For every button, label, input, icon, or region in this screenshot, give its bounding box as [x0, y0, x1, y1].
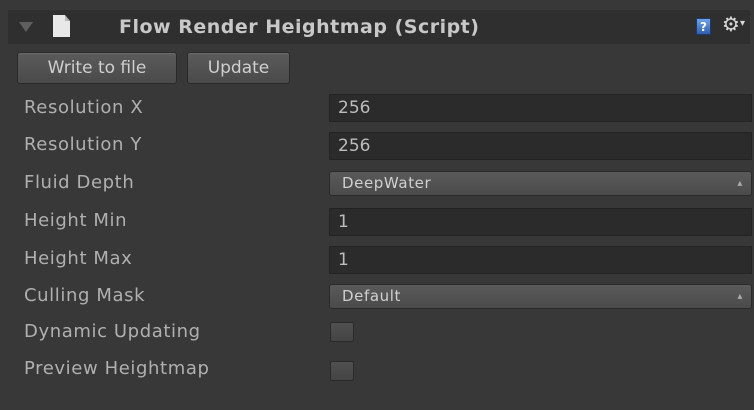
resolution-x-label: Resolution X: [24, 97, 144, 118]
dropdown-arrows-icon: ▴: [737, 178, 743, 189]
fluid-depth-value: DeepWater: [342, 174, 432, 192]
resolution-y-field[interactable]: 256: [329, 132, 752, 160]
preview-heightmap-checkbox[interactable]: [330, 361, 354, 381]
resolution-x-field[interactable]: 256: [329, 94, 752, 122]
dropdown-arrows-icon: ▴: [737, 291, 743, 302]
fluid-depth-label: Fluid Depth: [24, 172, 135, 193]
height-min-label: Height Min: [24, 210, 128, 231]
resolution-y-label: Resolution Y: [24, 134, 142, 155]
culling-mask-value: Default: [342, 287, 402, 305]
dynamic-updating-checkbox[interactable]: [330, 322, 354, 342]
height-min-field[interactable]: 1: [329, 208, 752, 236]
inspector-panel: Flow Render Heightmap (Script) ? ⚙▾ Writ…: [0, 0, 754, 410]
component-title: Flow Render Heightmap (Script): [119, 16, 480, 38]
height-max-label: Height Max: [24, 248, 133, 269]
write-to-file-button[interactable]: Write to file: [17, 52, 177, 84]
culling-mask-label: Culling Mask: [24, 285, 146, 306]
preview-heightmap-label: Preview Heightmap: [24, 358, 210, 379]
gear-icon[interactable]: ⚙▾: [722, 12, 745, 36]
help-icon[interactable]: ?: [696, 18, 711, 35]
component-header[interactable]: Flow Render Heightmap (Script) ? ⚙▾: [8, 10, 750, 44]
dynamic-updating-label: Dynamic Updating: [24, 321, 201, 342]
foldout-arrow-icon[interactable]: [19, 22, 33, 32]
culling-mask-dropdown[interactable]: Default ▴: [329, 284, 752, 309]
fluid-depth-dropdown[interactable]: DeepWater ▴: [329, 171, 752, 196]
script-icon: [53, 15, 70, 37]
update-button[interactable]: Update: [187, 52, 290, 84]
height-max-field[interactable]: 1: [329, 246, 752, 274]
